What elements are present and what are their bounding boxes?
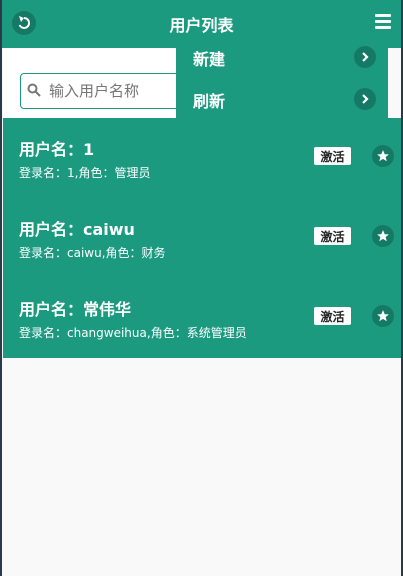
search-input[interactable]	[47, 77, 191, 105]
hamburger-menu-icon[interactable]	[375, 14, 391, 30]
list-item[interactable]: 用户名：常伟华 登录名：changweihua,角色：系统管理员 激活	[3, 278, 403, 358]
user-name: 用户名：常伟华	[19, 300, 132, 319]
user-list: 用户名：1 登录名：1,角色：管理员 激活 用户名：caiwu 登录名：caiw…	[3, 118, 403, 358]
page-title: 用户列表	[169, 16, 234, 35]
star-icon[interactable]	[372, 145, 394, 167]
star-icon[interactable]	[372, 225, 394, 247]
menu-item-refresh[interactable]: 刷新	[176, 80, 388, 118]
search-icon	[27, 83, 41, 97]
status-badge: 激活	[314, 227, 351, 245]
user-name: 用户名：caiwu	[19, 220, 135, 239]
star-icon[interactable]	[372, 305, 394, 327]
status-badge: 激活	[314, 307, 351, 325]
search-field[interactable]	[20, 73, 192, 109]
list-item[interactable]: 用户名：caiwu 登录名：caiwu,角色：财务 激活	[3, 198, 403, 278]
user-meta: 登录名：changweihua,角色：系统管理员	[19, 326, 247, 340]
window-edge-left	[0, 0, 2, 576]
status-badge: 激活	[314, 147, 351, 165]
user-meta: 登录名：1,角色：管理员	[19, 166, 151, 180]
menu-item-new[interactable]: 新建	[176, 38, 388, 76]
user-meta: 登录名：caiwu,角色：财务	[19, 246, 166, 260]
chevron-right-icon	[354, 88, 376, 110]
chevron-right-icon	[354, 46, 376, 68]
menu-item-label: 新建	[193, 50, 226, 69]
menu-item-label: 刷新	[193, 92, 226, 111]
list-item[interactable]: 用户名：1 登录名：1,角色：管理员 激活	[3, 118, 403, 198]
action-menu: 新建 刷新	[176, 38, 388, 118]
app-screen: 用户列表 新建 刷新 用户名：1 登	[0, 0, 403, 576]
user-name: 用户名：1	[19, 140, 95, 159]
